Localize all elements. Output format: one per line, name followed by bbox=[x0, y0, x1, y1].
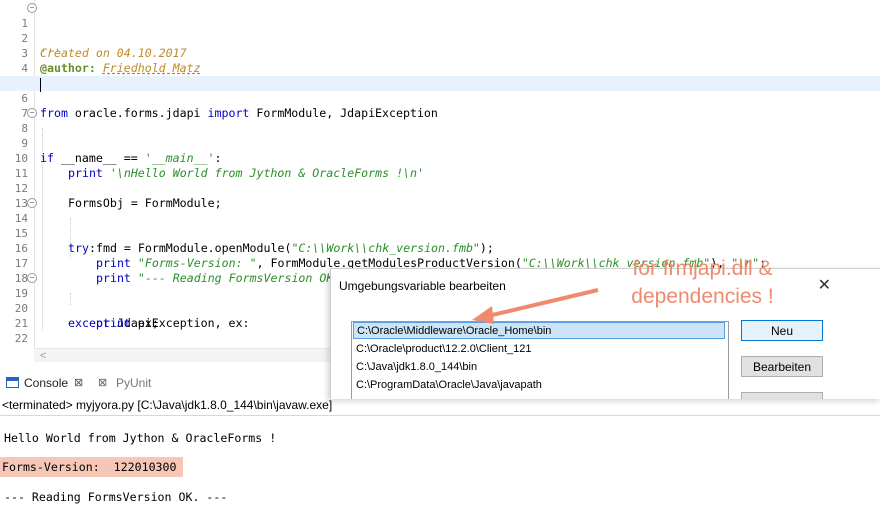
fold-collapse-icon[interactable]: − bbox=[27, 273, 37, 283]
code-line-3: 3 @author: Friedhold Matz bbox=[0, 31, 880, 75]
console-output-hello: Hello World from Jython & OracleForms ! bbox=[4, 431, 277, 445]
code-line-16: 16 print "Forms-Version: ", FormModule.g… bbox=[0, 226, 880, 270]
edit-button[interactable]: Bearbeiten bbox=[741, 356, 823, 377]
path-entry[interactable]: C:\ProgramData\Oracle\Java\javapath bbox=[353, 377, 725, 394]
code-line-9: 9 bbox=[0, 121, 880, 150]
line-number: 22 bbox=[14, 332, 28, 345]
text-caret bbox=[40, 78, 41, 92]
code-line-15: 15 fmd = FormModule.openModule("C:\\Work… bbox=[0, 211, 880, 255]
fold-collapse-icon[interactable]: − bbox=[27, 198, 37, 208]
annotation-line-2: dependencies ! bbox=[631, 285, 774, 308]
code-line-6-current: 6 from oracle.forms.jdapi import FormMod… bbox=[0, 76, 880, 120]
code-line-8: 8 − if __name__ == '__main__': bbox=[0, 106, 880, 165]
tab-problems[interactable]: ⊠ bbox=[98, 372, 112, 393]
tab-console[interactable]: Console ⊠ bbox=[6, 372, 83, 393]
close-icon[interactable]: ✕ bbox=[818, 275, 831, 295]
fold-collapse-icon[interactable]: − bbox=[27, 108, 37, 118]
new-button[interactable]: Neu bbox=[741, 320, 823, 341]
code-line-17: 17 print "--- Reading FormsVersion OK. -… bbox=[0, 241, 880, 285]
code-line-7: 7 bbox=[0, 91, 880, 120]
tab-pyunit[interactable]: PyUnit bbox=[116, 372, 151, 393]
code-line-14: 14 − try: bbox=[0, 196, 880, 255]
tab-pyunit-label: PyUnit bbox=[116, 375, 152, 390]
annotation-line-1: for frmjapi.dll & bbox=[632, 257, 773, 280]
code-line-10: 10 print '\nHello World from Jython & Or… bbox=[0, 136, 880, 180]
problems-icon: ⊠ bbox=[98, 377, 108, 389]
console-output-version: Forms-Version: 122010300 bbox=[0, 457, 183, 477]
code-line-1: 1 − ''' bbox=[0, 1, 880, 60]
code-line-11: 11 bbox=[0, 151, 880, 180]
path-entries-list[interactable]: C:\Oracle\Middleware\Oracle_Home\bin C:\… bbox=[351, 321, 729, 399]
dialog-title: Umgebungsvariable bearbeiten bbox=[339, 279, 506, 293]
next-button-partial[interactable] bbox=[741, 392, 823, 399]
path-entry[interactable]: C:\Oracle\product\12.2.0\Client_121 bbox=[353, 341, 725, 358]
console-divider bbox=[0, 415, 880, 416]
annotation-callout: for frmjapi.dll & dependencies ! bbox=[600, 255, 805, 311]
fold-collapse-icon[interactable]: − bbox=[27, 3, 37, 13]
code-line-2: 2 Created on 04.10.2017 bbox=[0, 16, 880, 60]
path-entry-selected[interactable]: C:\Oracle\Middleware\Oracle_Home\bin bbox=[353, 322, 725, 339]
close-tab-icon[interactable]: ⊠ bbox=[74, 376, 83, 389]
code-line-13: 13 bbox=[0, 181, 880, 210]
scroll-left-icon[interactable]: < bbox=[40, 349, 46, 362]
tab-console-label: Console bbox=[24, 375, 69, 390]
code-line-4: 4 ''' bbox=[0, 46, 880, 90]
path-entry[interactable]: C:\Java\jdk1.8.0_144\bin bbox=[353, 359, 725, 376]
code-line-12: 12 FormsObj = FormModule; bbox=[0, 166, 880, 210]
terminated-status: <terminated> myjyora.py [C:\Java\jdk1.8.… bbox=[2, 398, 333, 412]
console-output-reading: --- Reading FormsVersion OK. --- bbox=[4, 490, 228, 504]
console-icon bbox=[6, 377, 19, 388]
code-line-5: 5 bbox=[0, 61, 880, 90]
